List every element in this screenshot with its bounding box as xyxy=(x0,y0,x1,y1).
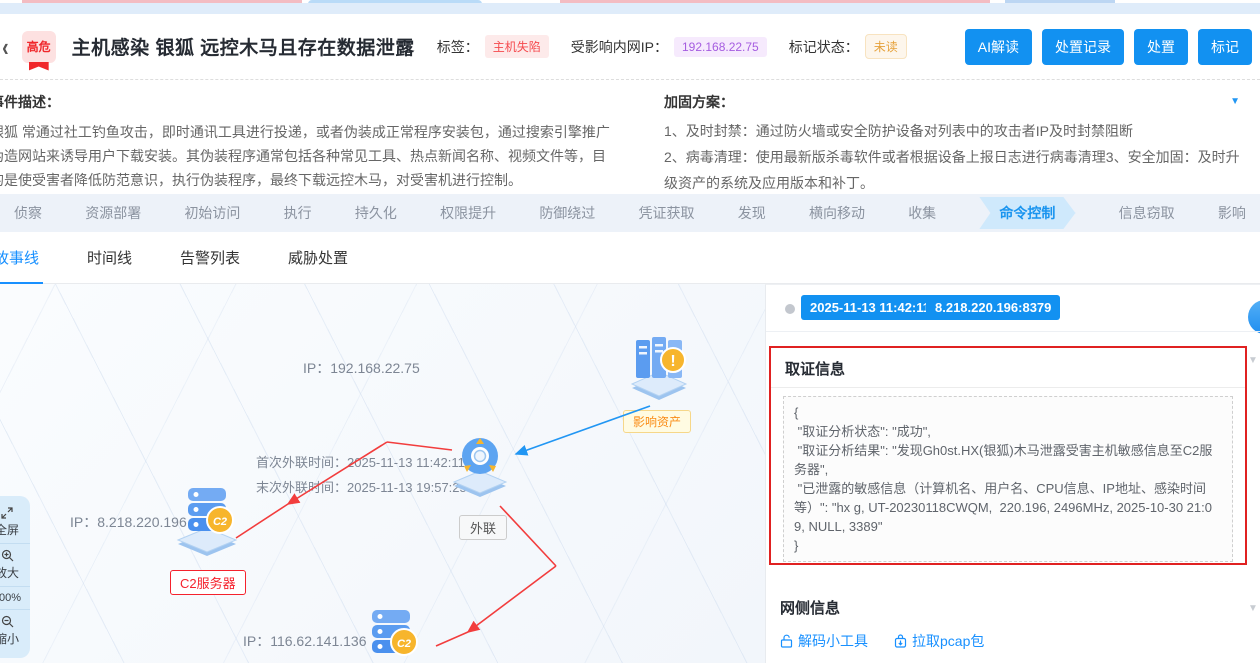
forensics-collapse-caret-icon[interactable]: ▼ xyxy=(1248,355,1258,366)
divider xyxy=(766,331,1260,332)
stage-command-control-active[interactable]: 命令控制 xyxy=(979,197,1075,229)
stage-execution[interactable]: 执行 xyxy=(284,203,312,223)
event-time-badge[interactable]: 2025-11-13 11:42:11 xyxy=(801,295,939,320)
ai-interpret-button[interactable]: AI解读 xyxy=(965,29,1032,65)
mark-status-label: 标记状态： xyxy=(789,37,859,57)
stage-resource[interactable]: 资源部署 xyxy=(85,203,141,223)
stage-exfiltration[interactable]: 信息窃取 xyxy=(1119,203,1175,223)
zoom-out-icon xyxy=(1,615,14,628)
network-tools: 解码小工具 拉取pcap包 xyxy=(780,631,984,651)
svg-text:C2: C2 xyxy=(213,516,227,528)
c2-ip-text: IP：8.218.220.196 xyxy=(70,512,187,532)
zoom-out-control[interactable]: 缩小 xyxy=(0,609,30,652)
tag-badge: 主机失陷 xyxy=(485,35,549,58)
event-description-title: 事件描述： xyxy=(0,80,620,112)
zoom-percent-value: 100% xyxy=(0,592,21,604)
outbound-node-label: 外联 xyxy=(459,515,507,540)
fullscreen-icon xyxy=(1,507,13,519)
tab-threat-disposal[interactable]: 威胁处置 xyxy=(284,232,352,284)
stage-collection[interactable]: 收集 xyxy=(908,203,936,223)
fullscreen-control[interactable]: 全屏 xyxy=(0,502,30,543)
c2b-ip-text: IP：116.62.141.136 xyxy=(243,631,367,651)
stage-credential-access[interactable]: 凭证获取 xyxy=(639,203,695,223)
stage-defense-evasion[interactable]: 防御绕过 xyxy=(539,203,595,223)
network-collapse-caret-icon[interactable]: ▼ xyxy=(1248,603,1258,614)
last-outbound-time: 末次外联时间：2025-11-13 19:57:25 xyxy=(256,477,467,496)
stage-impact[interactable]: 影响 xyxy=(1218,203,1246,223)
pull-pcap-icon xyxy=(894,634,907,648)
pull-pcap-label: 拉取pcap包 xyxy=(912,631,984,651)
tab-storyline[interactable]: 故事线 xyxy=(0,232,43,284)
hardening-line-2: 2、病毒清理：使用最新版杀毒软件或者根据设备上报日志进行病毒清理3、安全加固：及… xyxy=(664,144,1240,196)
summary-section: 事件描述： 银狐 常通过社工钓鱼攻击，即时通讯工具进行投递，或者伪装成正常程序安… xyxy=(0,80,1260,194)
threat-event-page: ‹ 高危 主机感染 银狐 远控木马且存在数据泄露 标签： 主机失陷 受影响内网I… xyxy=(0,0,1260,663)
stage-privilege-escalation[interactable]: 权限提升 xyxy=(440,203,496,223)
c2-server-icon[interactable]: C2 xyxy=(172,484,242,560)
stage-discovery[interactable]: 发现 xyxy=(738,203,766,223)
header-actions: AI解读 处置记录 处置 标记 xyxy=(965,29,1252,65)
ribbon-icon xyxy=(29,62,49,71)
event-detail-panel: 2025-11-13 11:42:11 8.218.220.196:8379 取… xyxy=(765,284,1260,663)
network-info-title: 网侧信息 xyxy=(780,597,840,618)
severity-label: 高危 xyxy=(27,38,51,55)
affected-ip-badge: 192.168.22.75 xyxy=(674,37,767,57)
hardening-line-1: 1、及时封禁：通过防火墙或安全防护设备对列表中的攻击者IP及时封禁阻断 xyxy=(664,118,1240,144)
c2-server-2-icon[interactable]: C2 xyxy=(356,606,426,663)
stage-recon[interactable]: 侦察 xyxy=(14,203,42,223)
zoom-in-label: 放大 xyxy=(0,564,19,581)
stage-initial-access[interactable]: 初始访问 xyxy=(184,203,240,223)
forensics-json-content: { "取证分析状态": "成功", "取证分析结果": "发现Gh0st.HX(… xyxy=(783,396,1233,562)
pull-pcap-link[interactable]: 拉取pcap包 xyxy=(894,631,984,651)
asset-ip-text: IP：192.168.22.75 xyxy=(303,358,420,378)
event-description: 事件描述： 银狐 常通过社工钓鱼攻击，即时通讯工具进行投递，或者伪装成正常程序安… xyxy=(0,80,620,192)
main-content: IP：192.168.22.75 首次外联时间：2025-11-13 11:42… xyxy=(0,284,1260,663)
affected-asset-icon[interactable]: ! xyxy=(626,332,692,406)
forensics-section-highlighted: 取证信息 { "取证分析状态": "成功", "取证分析结果": "发现Gh0s… xyxy=(769,346,1247,565)
svg-text:C2: C2 xyxy=(397,638,411,650)
tab-timeline[interactable]: 时间线 xyxy=(83,232,136,284)
tag-label: 标签： xyxy=(437,37,479,57)
stage-lateral-movement[interactable]: 横向移动 xyxy=(809,203,865,223)
zoom-out-label: 缩小 xyxy=(0,630,19,647)
decode-tool-link[interactable]: 解码小工具 xyxy=(780,631,868,651)
c2-address-badge[interactable]: 8.218.220.196:8379 xyxy=(926,295,1060,320)
unlock-icon xyxy=(780,634,793,648)
outbound-node-icon[interactable] xyxy=(450,432,510,502)
timeline-dot xyxy=(785,304,795,314)
event-description-body: 银狐 常通过社工钓鱼攻击，即时通讯工具进行投递，或者伪装成正常程序安装包，通过搜… xyxy=(0,120,616,192)
hardening-plan: 加固方案： 1、及时封禁：通过防火墙或安全防护设备对列表中的攻击者IP及时封禁阻… xyxy=(664,80,1260,196)
fullscreen-label: 全屏 xyxy=(0,521,19,538)
floating-action-button[interactable] xyxy=(1248,300,1260,334)
attack-topology-canvas[interactable]: IP：192.168.22.75 首次外联时间：2025-11-13 11:42… xyxy=(0,284,765,663)
zoom-in-control[interactable]: 放大 xyxy=(0,543,30,586)
zoom-in-icon xyxy=(1,549,14,562)
disposal-record-button[interactable]: 处置记录 xyxy=(1042,29,1124,65)
hardening-plan-title: 加固方案： xyxy=(664,80,1260,112)
browser-toolbar-remnant xyxy=(0,3,1260,14)
dispose-button[interactable]: 处置 xyxy=(1134,29,1188,65)
forensics-title: 取证信息 xyxy=(785,361,845,378)
tab-alert-list[interactable]: 告警列表 xyxy=(176,232,244,284)
canvas-zoom-toolbar: 全屏 放大 100% xyxy=(0,496,30,658)
decode-tool-label: 解码小工具 xyxy=(798,631,868,651)
mark-button[interactable]: 标记 xyxy=(1198,29,1252,65)
stage-persistence[interactable]: 持久化 xyxy=(355,203,397,223)
back-button[interactable]: ‹ xyxy=(2,34,9,60)
mark-status-badge: 未读 xyxy=(865,34,907,59)
zoom-percent: 100% xyxy=(0,586,30,609)
killchain-bar: 侦察 资源部署 初始访问 执行 持久化 权限提升 防御绕过 凭证获取 发现 横向… xyxy=(0,194,1260,232)
affected-asset-label: 影响资产 xyxy=(623,410,691,433)
event-title: 主机感染 银狐 远控木马且存在数据泄露 xyxy=(72,33,415,60)
view-tabs: 故事线 时间线 告警列表 威胁处置 xyxy=(0,232,1260,284)
event-header: ‹ 高危 主机感染 银狐 远控木马且存在数据泄露 标签： 主机失陷 受影响内网I… xyxy=(0,14,1260,80)
severity-badge: 高危 xyxy=(22,31,56,63)
first-outbound-time: 首次外联时间：2025-11-13 11:42:11 xyxy=(256,452,465,471)
svg-text:!: ! xyxy=(670,353,675,370)
affected-ip-label: 受影响内网IP： xyxy=(571,37,668,57)
collapse-caret-icon[interactable]: ▼ xyxy=(1230,96,1240,107)
c2-server-label: C2服务器 xyxy=(170,570,246,595)
